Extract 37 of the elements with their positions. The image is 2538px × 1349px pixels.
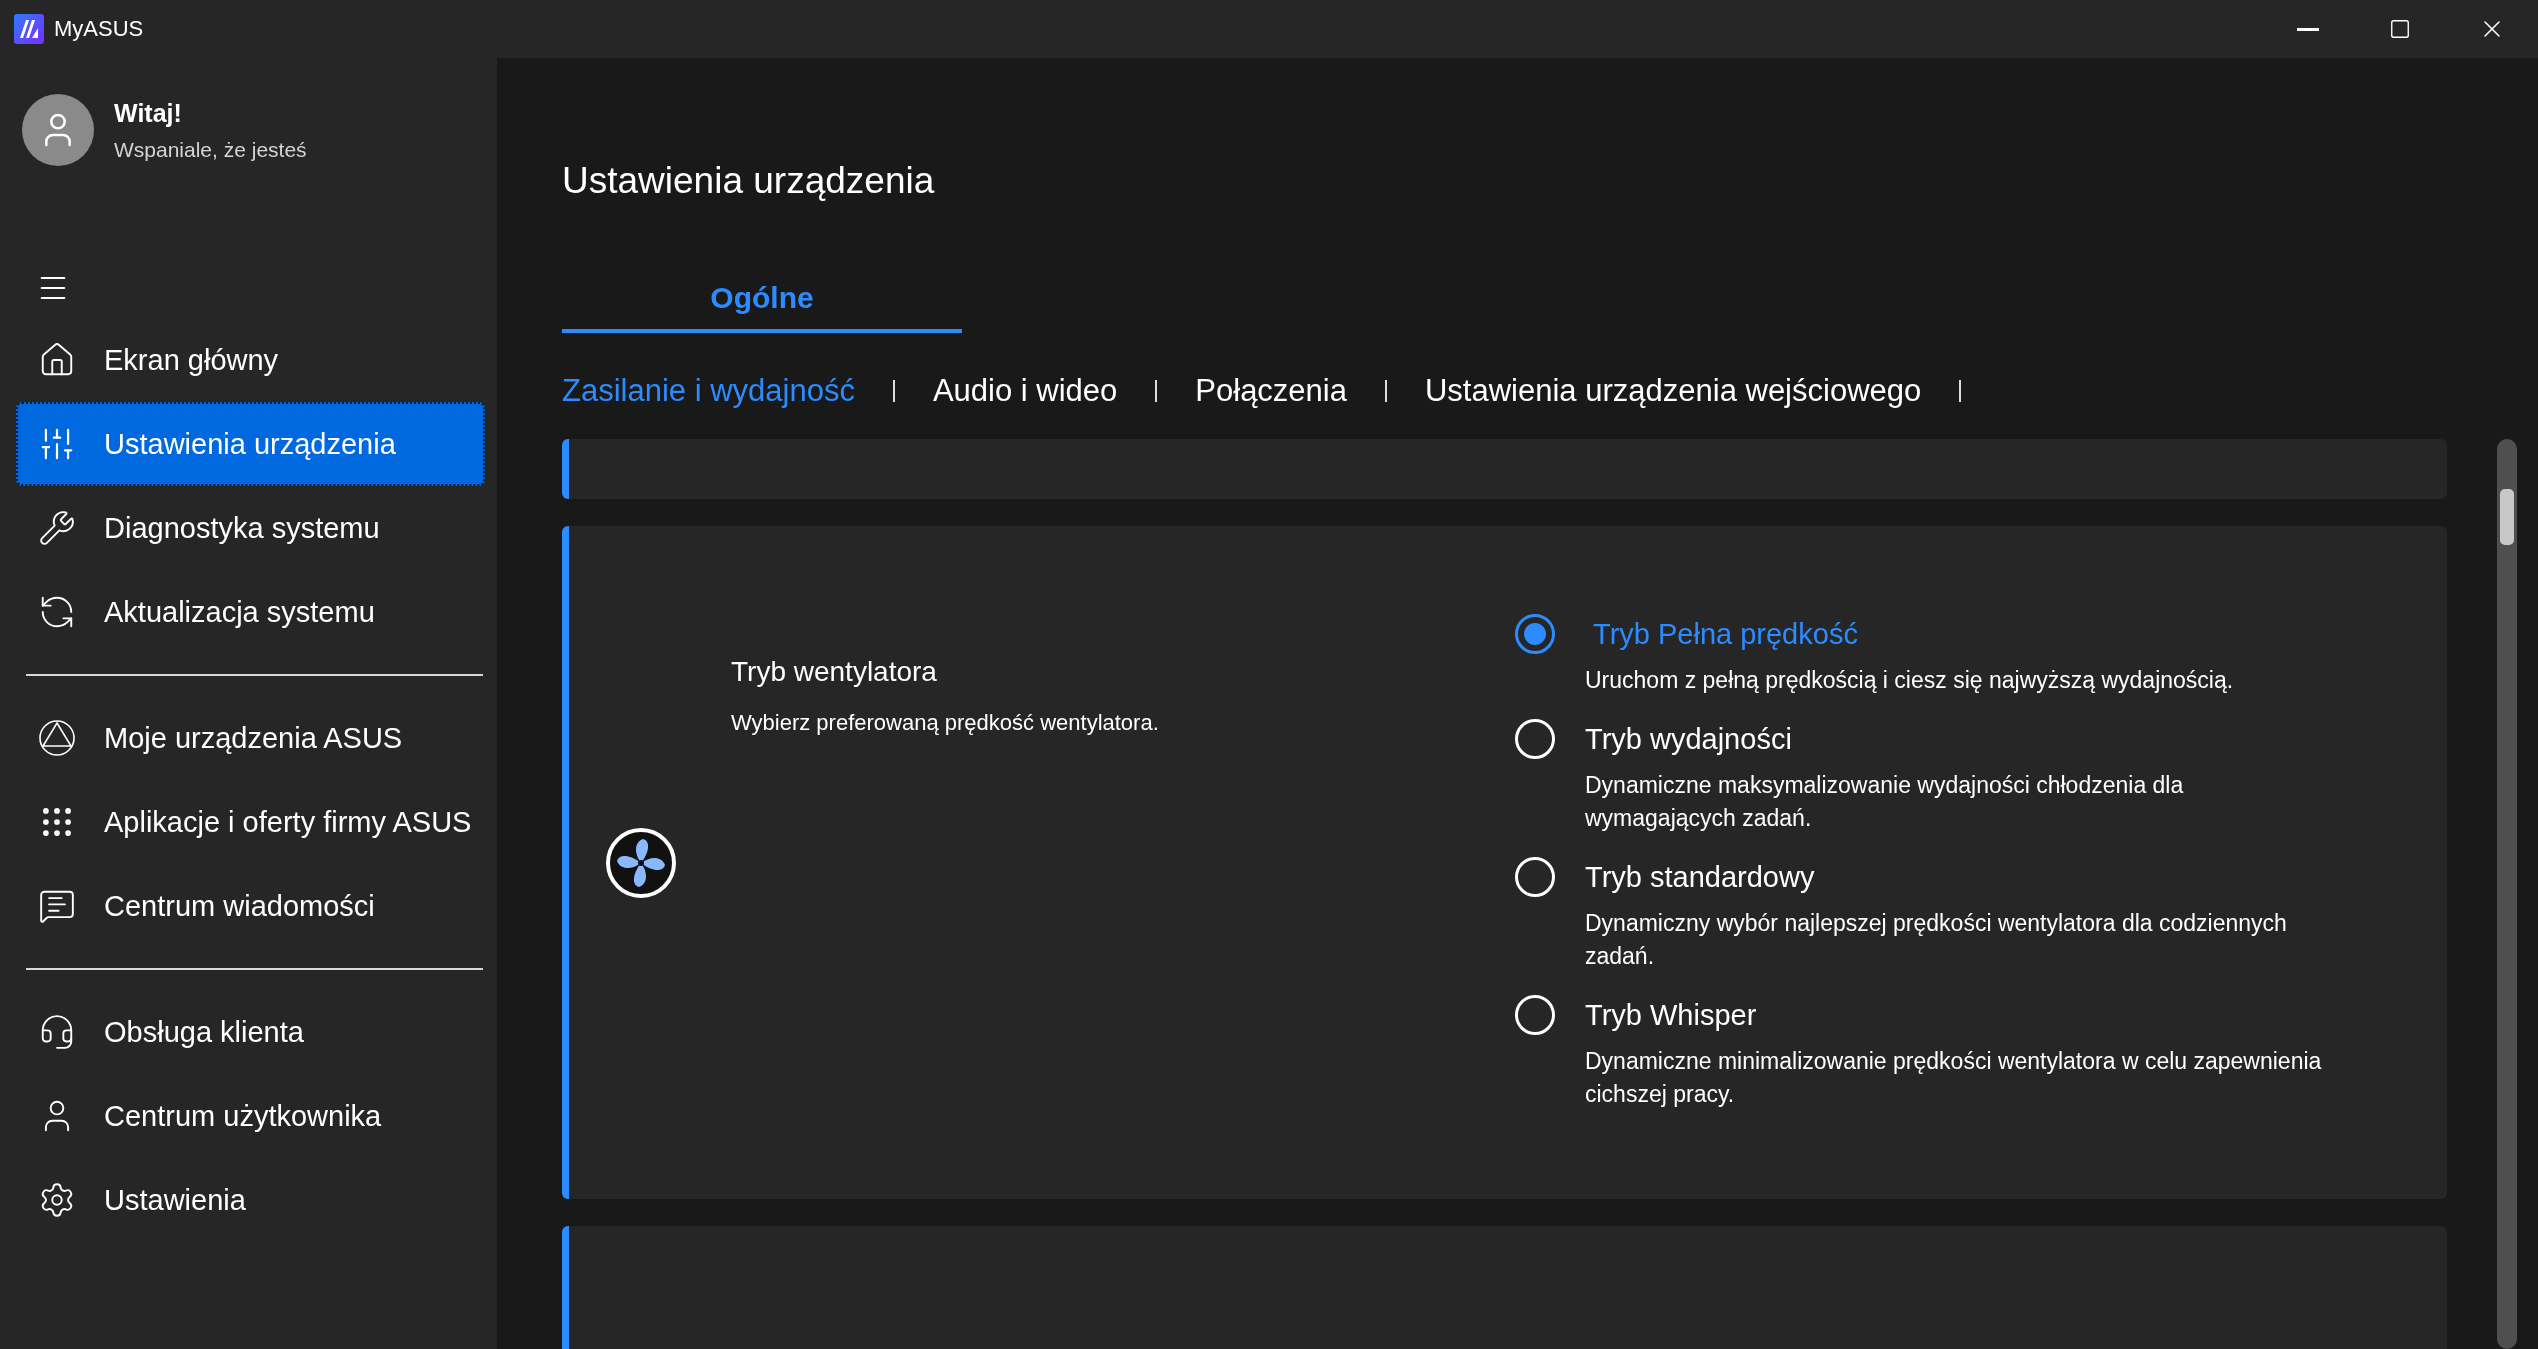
- option-description: Uruchom z pełną prędkością i ciesz się najwyższą wydajnością.: [1585, 666, 2235, 695]
- minimize-icon: [2297, 27, 2319, 31]
- sidebar-item[interactable]: Aplikacje i oferty firmy ASUS: [16, 780, 485, 864]
- card-subtitle: Wybierz preferowaną prędkość wentylatora.: [731, 710, 1160, 736]
- option-description: Dynamiczne maksymalizowanie wydajności chłodzenia dla wymagających zadań.: [1585, 771, 2185, 833]
- option-label[interactable]: Tryb standardowy: [1585, 860, 2325, 894]
- sidebar-item[interactable]: Ekran główny: [16, 318, 485, 402]
- sidebar-item[interactable]: Aktualizacja systemu: [16, 570, 485, 654]
- card-title: Tryb wentylatora: [731, 656, 938, 688]
- sidebar-item[interactable]: Obsługa klienta: [16, 990, 485, 1074]
- sidebar-item[interactable]: Diagnostyka systemu: [16, 486, 485, 570]
- sidebar-item[interactable]: Moje urządzenia ASUS: [16, 696, 485, 780]
- app-logo-icon: [14, 14, 44, 44]
- subtab[interactable]: Połączenia: [1195, 373, 1347, 409]
- subtab[interactable]: Ustawienia urządzenia wejściowego: [1425, 373, 1922, 409]
- option-description: Dynamiczne minimalizowanie prędkości wentylatora w celu zapewnienia cichszej pracy.: [1585, 1047, 2323, 1109]
- maximize-icon: [2389, 18, 2411, 40]
- wrench-icon: [38, 509, 76, 547]
- option-label[interactable]: Tryb Whisper: [1585, 998, 2325, 1032]
- page-title: Ustawienia urządzenia: [562, 160, 936, 202]
- option-description: Dynamiczny wybór najlepszej prędkości wentylatora dla codziennych zadań.: [1585, 909, 2288, 971]
- greeting-text: Witaj!: [114, 98, 183, 128]
- sidebar-item[interactable]: Ustawienia urządzenia: [16, 402, 485, 486]
- greeting-subtitle: Wspaniale, że jesteś: [114, 137, 307, 162]
- option-label[interactable]: Tryb wydajności: [1585, 722, 2325, 756]
- subtab[interactable]: Audio i wideo: [932, 373, 1118, 409]
- tab[interactable]: Ogólne: [562, 281, 962, 333]
- sidebar-item[interactable]: Centrum wiadomości: [16, 864, 485, 948]
- triangle-circle-icon: [38, 719, 76, 757]
- subtab[interactable]: Zasilanie i wydajność: [562, 373, 855, 409]
- sidebar-item[interactable]: Centrum użytkownika: [16, 1074, 485, 1158]
- scrollbar[interactable]: [2497, 439, 2517, 1349]
- window-title: MyASUS: [54, 16, 144, 42]
- fan-icon: [605, 826, 677, 899]
- option-label[interactable]: Tryb Pełna prędkość: [1585, 617, 2325, 651]
- sidebar-item[interactable]: Ustawienia: [16, 1158, 485, 1242]
- radio-button[interactable]: [1515, 614, 1555, 654]
